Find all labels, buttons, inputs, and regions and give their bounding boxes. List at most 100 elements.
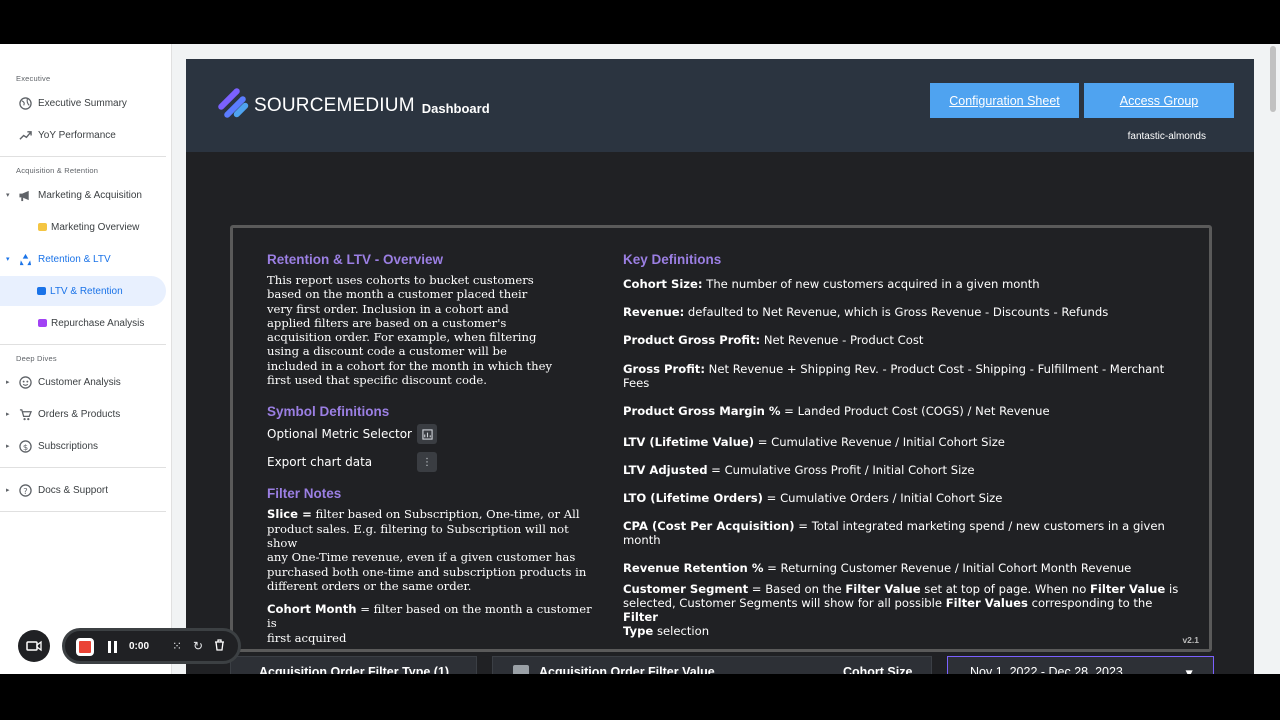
sourcemedium-logo: SOURCEMEDIUM Dashboard — [216, 86, 490, 125]
definition-text: = Cumulative Gross Profit / Initial Coho… — [707, 463, 975, 477]
sidebar-item-retention-ltv[interactable]: ▾ Retention & LTV — [0, 244, 166, 274]
version-label: v2.1 — [1182, 635, 1199, 645]
access-group-button[interactable]: Access Group — [1084, 83, 1234, 118]
date-range-label: Nov 1, 2022 - Dec 28, 2023 — [970, 665, 1123, 674]
help-icon: ? — [18, 483, 32, 497]
account-name: fantastic-almonds — [1127, 131, 1206, 142]
dollar-icon: $ — [18, 439, 32, 453]
section-executive: Executive — [16, 74, 51, 83]
pause-icon[interactable] — [108, 641, 118, 653]
symbol-definitions-title: Symbol Definitions — [267, 404, 390, 420]
segment-bold: Filter Values — [945, 596, 1028, 610]
restart-icon[interactable]: ↻ — [193, 639, 203, 653]
overview-panel: Retention & LTV - Overview This report u… — [230, 225, 1212, 652]
definition-row: LTO (Lifetime Orders) = Cumulative Order… — [623, 491, 1183, 505]
section-acquisition: Acquisition & Retention — [16, 166, 99, 175]
chevron-down-icon: ▾ — [6, 256, 10, 263]
symbol-row-optional: Optional Metric Selector — [267, 423, 437, 445]
definition-row: CPA (Cost Per Acquisition) = Total integ… — [623, 519, 1183, 547]
segment-text: corresponding to the — [1027, 596, 1153, 610]
overview-title: Retention & LTV - Overview — [267, 252, 444, 267]
definition-term: Product Gross Profit: — [623, 333, 761, 347]
cohort-size-label: Cohort Size — [843, 665, 913, 674]
chevron-right-icon: ▸ — [6, 411, 10, 418]
camera-icon — [26, 640, 42, 652]
globe-icon — [18, 96, 32, 110]
overview-line: included in a cohort for the month in wh… — [267, 358, 553, 373]
hand-icon — [38, 223, 47, 231]
date-range-picker[interactable]: Nov 1, 2022 - Dec 28, 2023 ▾ — [947, 656, 1214, 674]
sidebar: Executive Executive Summary YoY Performa… — [0, 44, 172, 674]
app-screen: Executive Executive Summary YoY Performa… — [0, 44, 1280, 674]
chevron-down-icon: ▾ — [6, 192, 10, 199]
segment-bold: Filter Value — [1090, 582, 1166, 596]
definition-term: Revenue: — [623, 305, 685, 319]
definition-text: = Cumulative Orders / Initial Cohort Siz… — [763, 491, 1003, 505]
definition-term: LTO (Lifetime Orders) — [623, 491, 763, 505]
sidebar-item-label: Marketing & Acquisition — [38, 189, 142, 201]
definition-row: Product Gross Profit: Net Revenue - Prod… — [623, 333, 1183, 347]
section-deep-dives: Deep Dives — [16, 354, 57, 363]
scrollbar[interactable] — [1270, 44, 1278, 674]
sidebar-item-docs-support[interactable]: ▸ ? Docs & Support — [0, 475, 166, 505]
definition-term: LTV Adjusted — [623, 463, 708, 477]
checkbox-icon — [513, 665, 529, 674]
delete-icon[interactable] — [214, 639, 225, 654]
definition-term: Gross Profit: — [623, 362, 705, 376]
sidebar-item-repurchase-analysis[interactable]: Repurchase Analysis — [0, 308, 166, 338]
definition-term: Product Gross Margin % — [623, 404, 781, 418]
more-vert-icon[interactable]: ⋮ — [417, 452, 437, 473]
segment-line: selected, Customer Segments will show fo… — [623, 596, 1183, 624]
scrollbar-thumb[interactable] — [1270, 46, 1276, 112]
chevron-right-icon: ▸ — [6, 379, 10, 386]
definition-text: = Cumulative Revenue / Initial Cohort Si… — [754, 435, 1005, 449]
logo-mark-icon — [216, 86, 250, 125]
sidebar-item-label: Retention & LTV — [38, 253, 111, 265]
sidebar-item-ltv-retention[interactable]: LTV & Retention — [0, 276, 166, 306]
segment-line: Customer Segment = Based on the Filter V… — [623, 582, 1183, 596]
filter-value-dropdown[interactable]: Acquisition Order Filter Value Cohort Si… — [492, 656, 932, 674]
dashboard-header: SOURCEMEDIUM Dashboard Configuration She… — [186, 59, 1254, 152]
svg-text:$: $ — [22, 441, 27, 451]
definition-row: Gross Profit: Net Revenue + Shipping Rev… — [623, 362, 1183, 390]
definition-term: CPA (Cost Per Acquisition) — [623, 519, 795, 533]
segment-bold: Filter Value — [845, 582, 921, 596]
grid-dots-icon[interactable]: ⁙ — [172, 639, 182, 653]
slice-line: product sales. E.g. filtering to Subscri… — [267, 521, 569, 550]
segment-text: is — [1165, 582, 1179, 596]
segment-text: set at top of page. When no — [920, 582, 1091, 596]
sidebar-item-label: Docs & Support — [38, 484, 109, 496]
sidebar-item-executive-summary[interactable]: Executive Summary — [0, 88, 166, 118]
cart-icon — [18, 407, 32, 421]
sidebar-item-subscriptions[interactable]: ▸ $ Subscriptions — [0, 431, 166, 461]
sidebar-item-yoy-performance[interactable]: YoY Performance — [0, 120, 166, 150]
symbol-row-export: Export chart data ⋮ — [267, 451, 437, 473]
smiley-icon — [18, 375, 32, 389]
segment-text: selection — [653, 624, 710, 638]
chevron-down-icon: ▾ — [1186, 666, 1193, 674]
trending-up-icon — [18, 128, 32, 142]
camera-button[interactable] — [18, 630, 50, 662]
filter-type-label: Acquisition Order Filter Type (1) — [259, 665, 450, 674]
definition-text: Net Revenue - Product Cost — [760, 333, 924, 347]
sidebar-item-marketing-acquisition[interactable]: ▾ Marketing & Acquisition — [0, 180, 166, 210]
sidebar-item-label: Orders & Products — [38, 408, 121, 420]
slice-line: any One-Time revenue, even if a given cu… — [267, 550, 576, 565]
recycle-icon — [18, 252, 32, 266]
chevron-right-icon: ▸ — [6, 487, 10, 494]
stop-record-button[interactable] — [76, 638, 94, 656]
svg-text:?: ? — [23, 485, 27, 495]
metric-selector-icon[interactable] — [417, 424, 437, 445]
symbol-label: Export chart data — [267, 455, 373, 470]
configuration-sheet-button[interactable]: Configuration Sheet — [930, 83, 1079, 118]
sidebar-item-orders-products[interactable]: ▸ Orders & Products — [0, 399, 166, 429]
sidebar-item-label: Subscriptions — [38, 440, 99, 452]
sidebar-item-marketing-overview[interactable]: Marketing Overview — [0, 212, 166, 242]
sidebar-item-customer-analysis[interactable]: ▸ Customer Analysis — [0, 367, 166, 397]
overview-line: applied filters are based on a customer'… — [267, 315, 507, 330]
sidebar-item-label: LTV & Retention — [50, 285, 123, 297]
definition-row: Revenue: defaulted to Net Revenue, which… — [623, 305, 1183, 319]
filter-type-dropdown[interactable]: Acquisition Order Filter Type (1) — [230, 656, 477, 674]
divider — [0, 511, 166, 512]
cohort-note: Cohort Month = filter based on the month… — [267, 602, 597, 645]
